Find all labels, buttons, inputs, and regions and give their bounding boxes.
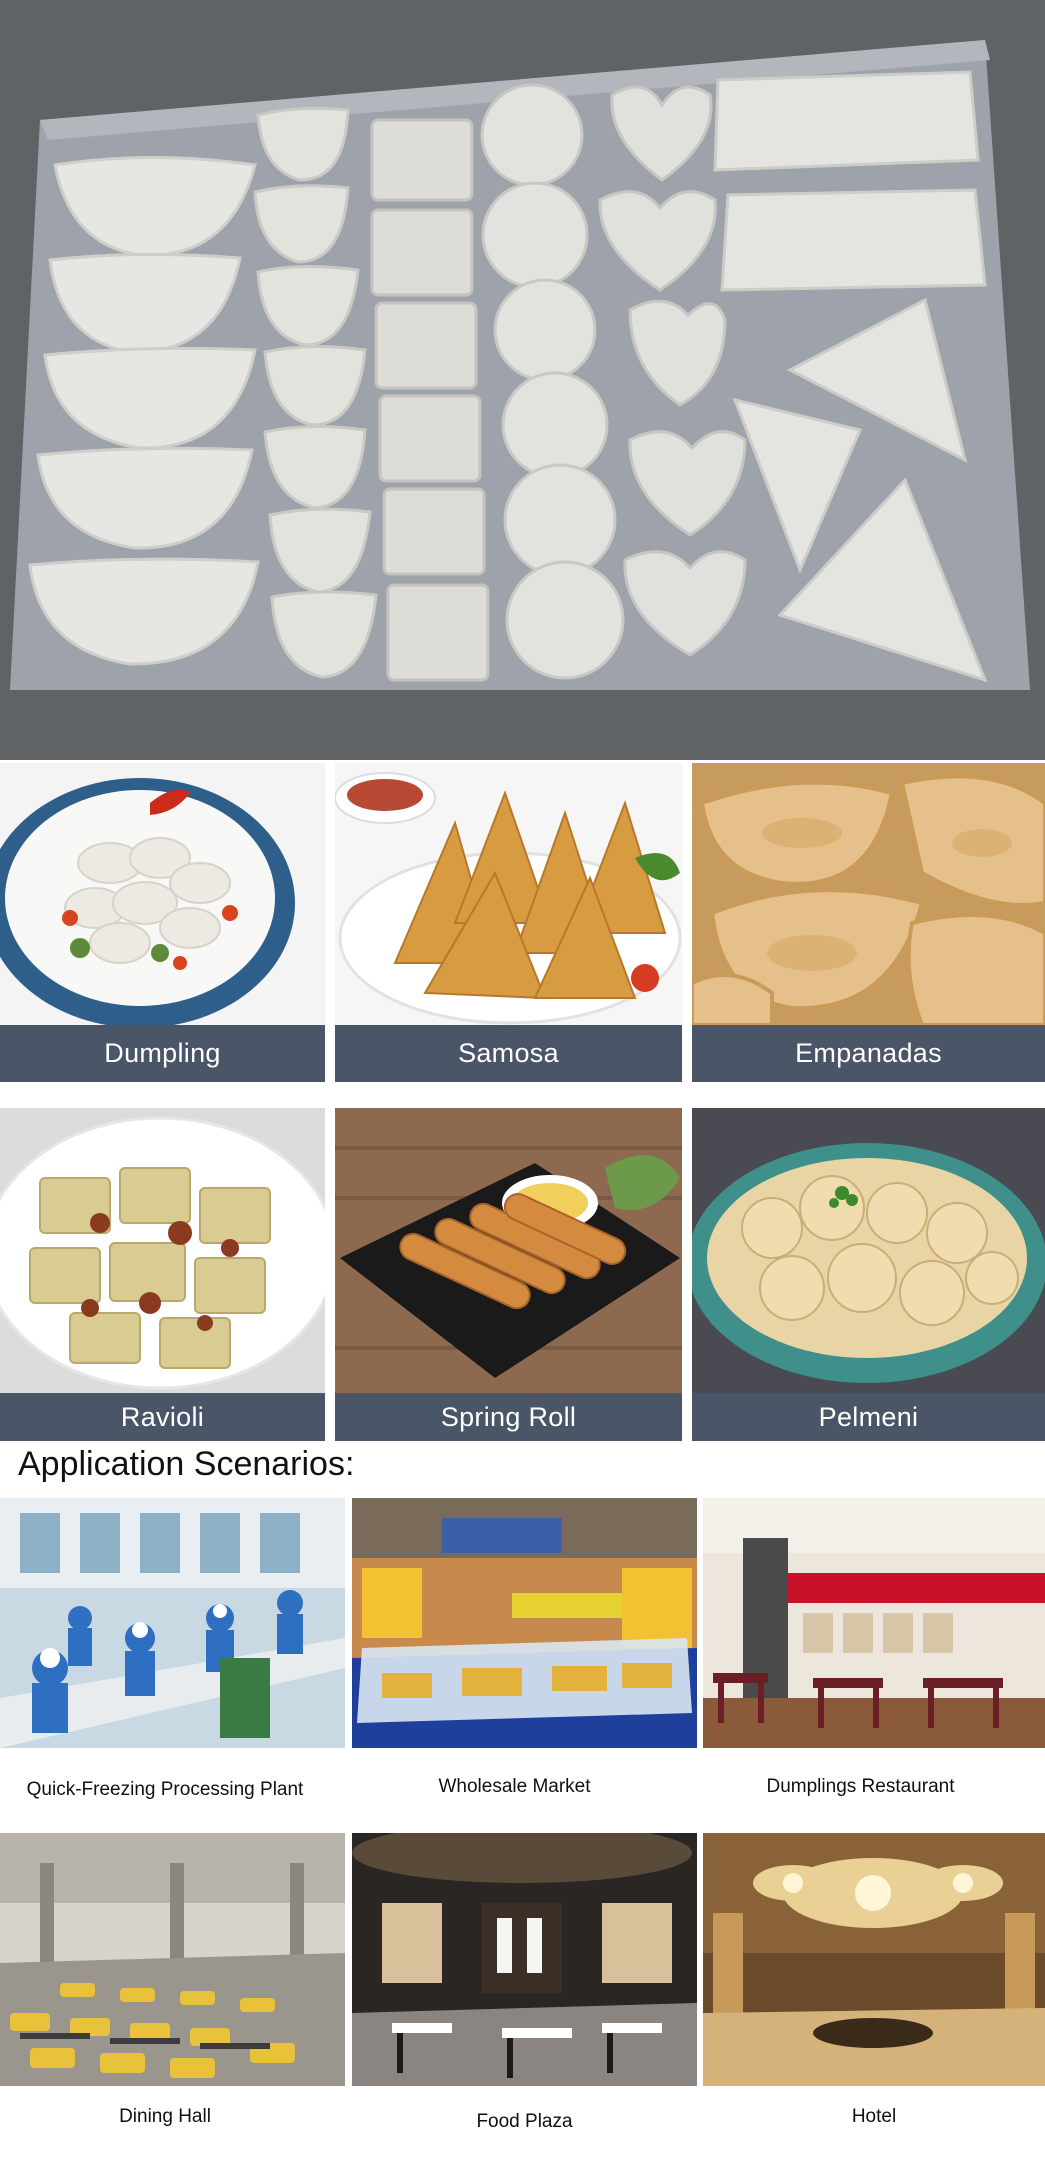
product-photo-pelmeni <box>692 1108 1045 1393</box>
hero-photo-dumpling-tray <box>0 0 1045 760</box>
scenario-label-dumplings-restaurant: Dumplings Restaurant <box>766 1776 955 1797</box>
scenario-label-dining-hall: Dining Hall <box>119 2106 211 2127</box>
product-label: Empanadas <box>795 1038 942 1068</box>
product-caption-dumpling: Dumpling <box>0 1025 325 1082</box>
scenario-photo-food-plaza <box>352 1833 697 2086</box>
product-caption-spring-roll: Spring Roll <box>335 1393 682 1441</box>
product-photo-ravioli <box>0 1108 325 1393</box>
scenario-label-processing-plant: Quick-Freezing Processing Plant <box>26 1779 304 1800</box>
scenario-label-food-plaza: Food Plaza <box>476 2111 573 2132</box>
section-title-application-scenarios: Application Scenarios: <box>18 1445 355 1483</box>
scenario-photo-hotel <box>703 1833 1045 2086</box>
scenario-label-hotel: Hotel <box>851 2106 897 2127</box>
product-photo-dumpling <box>0 763 325 1025</box>
product-label: Samosa <box>458 1038 559 1068</box>
scenario-photo-wholesale-market <box>352 1498 697 1748</box>
product-photo-spring-roll <box>335 1108 682 1393</box>
product-caption-empanadas: Empanadas <box>692 1025 1045 1082</box>
product-caption-samosa: Samosa <box>335 1025 682 1082</box>
product-photo-empanadas <box>692 763 1045 1025</box>
scenario-photo-dumplings-restaurant <box>703 1498 1045 1748</box>
product-caption-pelmeni: Pelmeni <box>692 1393 1045 1441</box>
product-label: Pelmeni <box>818 1401 919 1432</box>
scenario-label-wholesale-market: Wholesale Market <box>438 1776 591 1797</box>
scenario-photo-dining-hall <box>0 1833 345 2086</box>
product-caption-ravioli: Ravioli <box>0 1393 325 1441</box>
product-label: Spring Roll <box>440 1401 577 1432</box>
product-photo-samosa <box>335 763 682 1025</box>
product-label: Dumpling <box>104 1038 221 1068</box>
product-label: Ravioli <box>120 1401 205 1432</box>
scenario-photo-processing-plant <box>0 1498 345 1748</box>
